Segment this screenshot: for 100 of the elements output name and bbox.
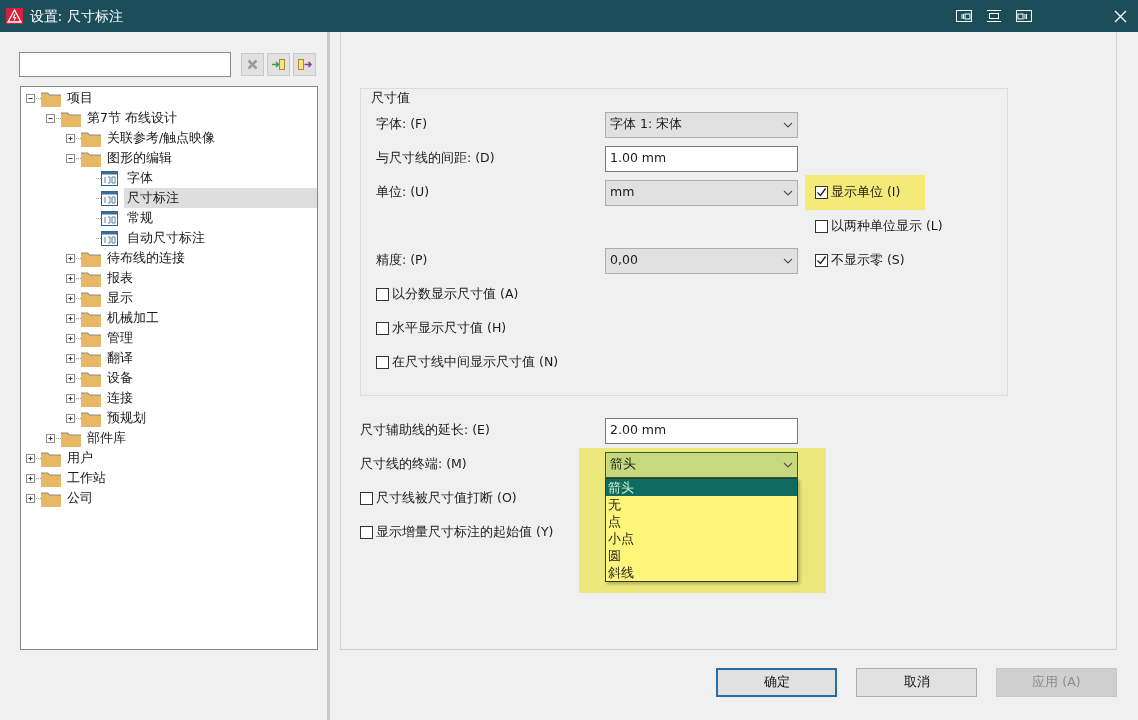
folder-icon: [81, 309, 101, 327]
dropdown[interactable]: 箭头: [605, 451, 798, 478]
tree-item[interactable]: 尺寸标注: [124, 187, 317, 209]
window-title: 设置: 尺寸标注: [29, 6, 123, 26]
folder-icon: [61, 109, 81, 127]
close-icon: [247, 59, 258, 70]
tree-item[interactable]: 机械加工: [104, 307, 317, 329]
dropdown[interactable]: 0,00: [605, 247, 798, 274]
folder-icon: [81, 149, 101, 167]
expand-icon[interactable]: [26, 473, 35, 483]
expand-icon[interactable]: [26, 453, 35, 463]
tree-item[interactable]: 字体: [124, 167, 317, 189]
field-label: 字体: (F): [376, 115, 429, 134]
folder-icon: [81, 389, 101, 407]
collapse-icon[interactable]: [46, 113, 55, 123]
arrow-out-of-panel-icon: [297, 58, 312, 71]
dropdown-option[interactable]: 点: [606, 512, 797, 530]
tree-item[interactable]: 报表: [104, 267, 317, 289]
import-button[interactable]: [267, 53, 290, 76]
dropdown-option[interactable]: 圆: [606, 546, 797, 564]
field-label: 尺寸辅助线的延长: (E): [360, 421, 491, 440]
checkbox-label: 显示单位 (I): [831, 183, 901, 202]
tree-item[interactable]: 翻译: [104, 347, 317, 369]
page-icon: [101, 169, 121, 187]
folder-icon: [81, 129, 101, 147]
expand-icon[interactable]: [66, 133, 75, 143]
expand-icon[interactable]: [66, 413, 75, 423]
page-icon: [101, 209, 121, 227]
checkbox-label: 显示增量尺寸标注的起始值 (Y): [376, 523, 554, 542]
text-field[interactable]: 2.00 mm: [605, 417, 798, 444]
search-field[interactable]: [19, 52, 231, 77]
export-button[interactable]: [293, 53, 316, 76]
arrow-into-panel-icon: [271, 58, 286, 71]
page-icon: [101, 229, 121, 247]
checkbox[interactable]: [815, 254, 828, 268]
close-icon[interactable]: [1114, 9, 1127, 23]
checkbox[interactable]: [360, 492, 373, 506]
folder-icon: [81, 349, 101, 367]
field-label: 尺寸线的终端: (M): [360, 455, 468, 474]
checkbox[interactable]: [376, 288, 389, 302]
checkbox[interactable]: [376, 322, 389, 336]
checkbox[interactable]: [815, 186, 828, 200]
collapse-icon[interactable]: [26, 93, 35, 103]
checkbox-label: 不显示零 (S): [831, 251, 905, 270]
checkbox-label: 水平显示尺寸值 (H): [392, 319, 507, 338]
checkbox-label: 在尺寸线中间显示尺寸值 (N): [392, 353, 559, 372]
tree-item[interactable]: 项目: [64, 87, 317, 109]
chevron-down-icon: [783, 121, 793, 128]
tree-item[interactable]: 第7节 布线设计: [84, 107, 317, 129]
tree-item[interactable]: 显示: [104, 287, 317, 309]
dropdown-option[interactable]: 小点: [606, 529, 797, 547]
folder-icon: [81, 329, 101, 347]
folder-icon: [81, 409, 101, 427]
folder-icon: [81, 269, 101, 287]
expand-icon[interactable]: [66, 293, 75, 303]
text-field[interactable]: 1.00 mm: [605, 145, 798, 172]
checkbox[interactable]: [360, 526, 373, 540]
dialog-button[interactable]: 确定: [716, 668, 837, 697]
expand-icon[interactable]: [66, 333, 75, 343]
tree-item[interactable]: 用户: [64, 447, 317, 469]
dropdown[interactable]: mm: [605, 179, 798, 206]
tree-item[interactable]: 管理: [104, 327, 317, 349]
window-layout-icon[interactable]: [986, 10, 1002, 22]
chevron-down-icon: [783, 189, 793, 196]
checkbox[interactable]: [376, 356, 389, 370]
folder-icon: [41, 449, 61, 467]
tree-item[interactable]: 连接: [104, 387, 317, 409]
dropdown-option[interactable]: 斜线: [606, 563, 797, 581]
folder-icon: [41, 489, 61, 507]
tree-item[interactable]: 图形的编辑: [104, 147, 317, 169]
dropdown-option[interactable]: 无: [606, 495, 797, 513]
dropdown-option[interactable]: 箭头: [606, 478, 797, 496]
tree-item[interactable]: 预规划: [104, 407, 317, 429]
tree-item[interactable]: 关联参考/触点映像: [104, 127, 317, 149]
warning-icon: [6, 8, 24, 24]
expand-icon[interactable]: [66, 313, 75, 323]
tree-item[interactable]: 公司: [64, 487, 317, 509]
folder-icon: [41, 89, 61, 107]
expand-icon[interactable]: [46, 433, 55, 443]
expand-icon[interactable]: [26, 493, 35, 503]
checkbox-label: 以分数显示尺寸值 (A): [392, 285, 519, 304]
expand-icon[interactable]: [66, 273, 75, 283]
collapse-icon[interactable]: [66, 153, 75, 163]
tree-item[interactable]: 设备: [104, 367, 317, 389]
tree-item[interactable]: 自动尺寸标注: [124, 227, 317, 249]
dialog-button[interactable]: 取消: [856, 668, 977, 697]
checkbox-label: 尺寸线被尺寸值打断 (O): [376, 489, 517, 508]
expand-icon[interactable]: [66, 253, 75, 263]
expand-icon[interactable]: [66, 393, 75, 403]
window-layout-icon[interactable]: [956, 10, 972, 22]
tree-item[interactable]: 部件库: [84, 427, 317, 449]
expand-icon[interactable]: [66, 353, 75, 363]
window-layout-icon[interactable]: [1016, 10, 1032, 22]
tree-item[interactable]: 常规: [124, 207, 317, 229]
field-label: 与尺寸线的间距: (D): [376, 149, 496, 168]
checkbox[interactable]: [815, 220, 828, 234]
dropdown[interactable]: 字体 1: 宋体: [605, 111, 798, 138]
expand-icon[interactable]: [66, 373, 75, 383]
tree-item[interactable]: 待布线的连接: [104, 247, 317, 269]
tree-item[interactable]: 工作站: [64, 467, 317, 489]
